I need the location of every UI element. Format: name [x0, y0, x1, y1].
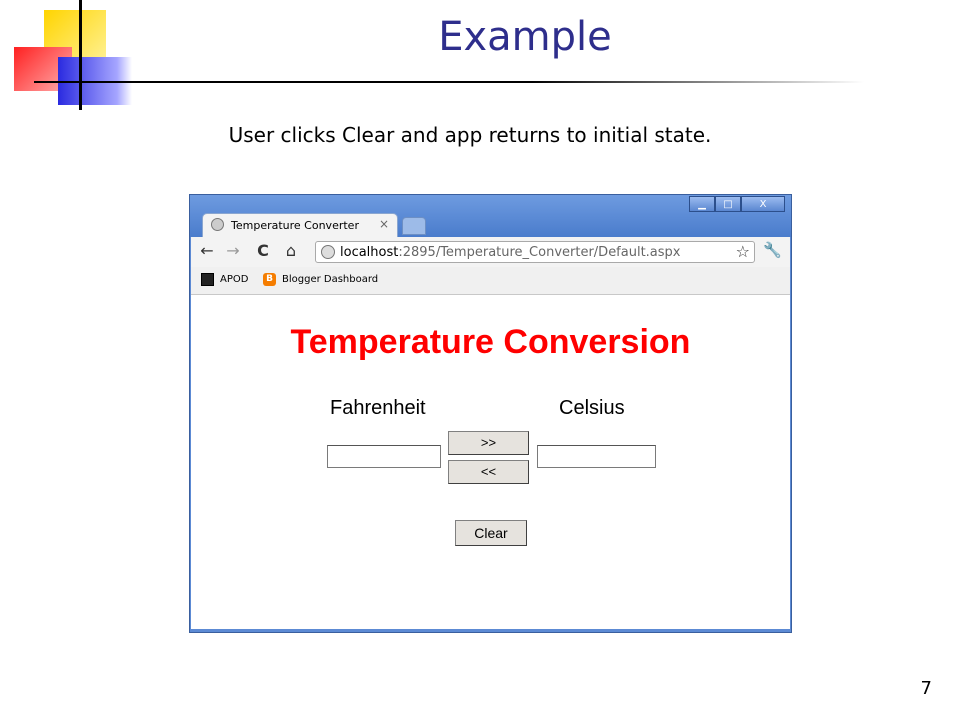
wrench-icon[interactable]: 🔧 [763, 241, 782, 259]
tab-temperature-converter[interactable]: Temperature Converter × [202, 213, 398, 237]
bookmark-apod[interactable]: APOD [201, 273, 248, 286]
page-info-icon [321, 245, 335, 259]
title-bar: ▁ □ X Temperature Converter × [190, 195, 791, 237]
app-title: Temperature Conversion [290, 323, 691, 361]
slide-subtitle: User clicks Clear and app returns to ini… [228, 123, 712, 147]
bookmark-blogger-dashboard[interactable]: B Blogger Dashboard [263, 273, 378, 286]
reload-icon[interactable]: C [253, 241, 273, 261]
browser-window: ▁ □ X Temperature Converter × ← → C ⌂ lo… [189, 194, 792, 633]
url-host: localhost [340, 245, 399, 260]
convert-to-fahrenheit-button[interactable]: << [448, 460, 529, 484]
celsius-label: Celsius [559, 397, 625, 419]
fahrenheit-input[interactable] [327, 445, 441, 468]
new-tab-button[interactable] [402, 217, 426, 235]
home-icon[interactable]: ⌂ [281, 241, 301, 261]
bookmark-label: Blogger Dashboard [282, 274, 379, 285]
decor-horizontal-line [34, 81, 864, 83]
window-controls: ▁ □ X [689, 196, 785, 212]
clear-button[interactable]: Clear [455, 520, 527, 546]
bookmarks-bar: APOD B Blogger Dashboard [191, 267, 790, 295]
page-number: 7 [920, 678, 932, 699]
convert-to-celsius-button[interactable]: >> [448, 431, 529, 455]
slide-title: Example [438, 14, 612, 60]
celsius-input[interactable] [537, 445, 656, 468]
bookmark-label: APOD [220, 274, 249, 285]
maximize-button[interactable]: □ [715, 196, 741, 212]
tab-label: Temperature Converter [231, 219, 359, 232]
globe-icon [211, 218, 224, 231]
blogger-icon: B [263, 273, 276, 286]
fahrenheit-label: Fahrenheit [330, 397, 426, 419]
tab-close-icon[interactable]: × [379, 217, 389, 231]
apod-icon [201, 273, 214, 286]
url-text: localhost:2895/Temperature_Converter/Def… [340, 245, 681, 260]
back-arrow-icon[interactable]: ← [197, 241, 217, 261]
page-content: Temperature Conversion Fahrenheit Celsiu… [191, 295, 790, 629]
close-window-button[interactable]: X [741, 196, 785, 212]
minimize-button[interactable]: ▁ [689, 196, 715, 212]
forward-arrow-icon[interactable]: → [223, 241, 243, 261]
bookmark-star-icon[interactable]: ☆ [736, 242, 750, 261]
url-path: :2895/Temperature_Converter/Default.aspx [398, 245, 681, 260]
address-bar[interactable]: localhost:2895/Temperature_Converter/Def… [315, 241, 755, 263]
browser-toolbar: ← → C ⌂ localhost:2895/Temperature_Conve… [191, 237, 790, 267]
